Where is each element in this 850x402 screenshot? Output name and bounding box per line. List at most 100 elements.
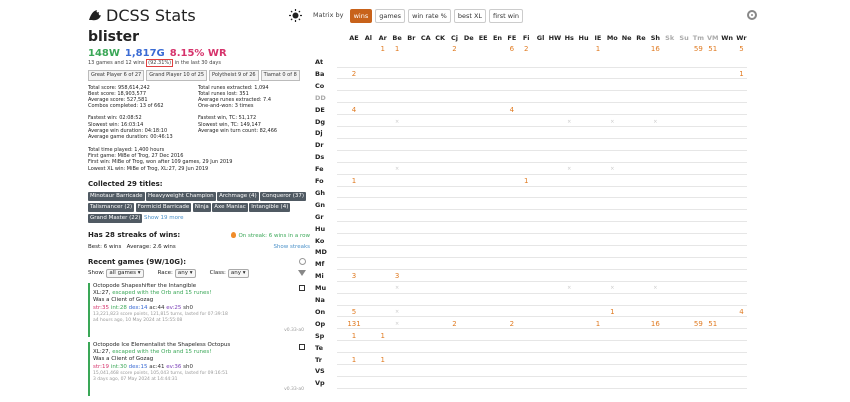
row-header-gr[interactable]: Gr [315, 213, 335, 221]
matrix-cell[interactable]: 51 [706, 320, 720, 328]
title-chip[interactable]: Archmage (4) [217, 192, 259, 201]
column-header-ae[interactable]: AE [347, 34, 361, 42]
matrix-cell[interactable]: 4 [734, 308, 748, 316]
show-select[interactable]: all games ▾ [106, 269, 144, 278]
title-chip[interactable]: Conqueror (37) [260, 192, 307, 201]
column-header-gl[interactable]: Gl [534, 34, 548, 42]
external-link-icon[interactable] [299, 344, 305, 350]
row-header-dg[interactable]: Dg [315, 118, 335, 126]
matrix-cell[interactable]: 1 [605, 308, 619, 316]
matrix-cell[interactable]: 1 [347, 332, 361, 340]
title-chip[interactable]: Intangible (4) [249, 203, 291, 212]
column-header-hu[interactable]: Hu [577, 34, 591, 42]
row-header-mu[interactable]: Mu [315, 284, 335, 292]
row-header-op[interactable]: Op [315, 320, 335, 328]
row-header-vs[interactable]: VS [315, 367, 335, 375]
matrix-cell[interactable]: 1 [376, 356, 390, 364]
row-header-fo[interactable]: Fo [315, 177, 335, 185]
badge[interactable]: Tiamat 0 of 8 [260, 70, 300, 81]
row-header-on[interactable]: On [315, 308, 335, 316]
column-header-fi[interactable]: Fi [519, 34, 533, 42]
matrix-cell[interactable]: 2 [447, 320, 461, 328]
gear-icon[interactable] [299, 258, 306, 265]
row-header-vp[interactable]: Vp [315, 379, 335, 387]
matrix-cell[interactable]: 2 [347, 70, 361, 78]
row-header-mi[interactable]: Mi [315, 272, 335, 280]
column-header-mo[interactable]: Mo [605, 34, 619, 42]
show-more-titles-link[interactable]: Show 19 more [144, 214, 184, 222]
column-header-ee[interactable]: EE [476, 34, 490, 42]
class-select[interactable]: any ▾ [227, 269, 249, 278]
title-chip[interactable]: Talismancer (2) [88, 203, 135, 212]
column-header-be[interactable]: Be [390, 34, 404, 42]
matrix-cell[interactable]: 1 [376, 332, 390, 340]
matrix-cell[interactable]: 131 [347, 320, 361, 328]
matrix-cell[interactable]: 5 [347, 308, 361, 316]
matrix-cell[interactable]: 1 [519, 177, 533, 185]
row-header-gn[interactable]: Gn [315, 201, 335, 209]
column-header-ie[interactable]: IE [591, 34, 605, 42]
title-chip[interactable]: Formicid Barricade [135, 203, 192, 212]
row-header-gh[interactable]: Gh [315, 189, 335, 197]
game-title[interactable]: Octopode Shapeshifter the Intangible [93, 283, 310, 290]
filter-icon[interactable] [298, 270, 306, 276]
row-header-sp[interactable]: Sp [315, 332, 335, 340]
matrix-cell[interactable]: 1 [734, 70, 748, 78]
row-header-co[interactable]: Co [315, 82, 335, 90]
badge[interactable]: Great Player 6 of 27 [88, 70, 145, 81]
matrix-cell[interactable]: 16 [648, 320, 662, 328]
column-header-de[interactable]: De [462, 34, 476, 42]
column-header-ck[interactable]: CK [433, 34, 447, 42]
row-header-de[interactable]: DE [315, 106, 335, 114]
badge[interactable]: Grand Player 10 of 25 [146, 70, 208, 81]
row-header-ba[interactable]: Ba [315, 70, 335, 78]
column-header-hs[interactable]: Hs [562, 34, 576, 42]
row-header-te[interactable]: Te [315, 344, 335, 352]
column-header-wn[interactable]: Wn [720, 34, 734, 42]
theme-toggle-icon[interactable] [289, 9, 302, 22]
column-header-re[interactable]: Re [634, 34, 648, 42]
matrix-cell[interactable]: 2 [505, 320, 519, 328]
matrix-cell[interactable]: 4 [347, 106, 361, 114]
column-header-vm[interactable]: VM [706, 34, 720, 42]
site-title[interactable]: DCSS Stats [106, 6, 196, 26]
column-header-ca[interactable]: CA [419, 34, 433, 42]
row-header-mf[interactable]: Mf [315, 260, 335, 268]
race-select[interactable]: any ▾ [174, 269, 196, 278]
title-chip[interactable]: Minotaur Barricade [88, 192, 145, 201]
title-chip[interactable]: Heavyweight Champion [146, 192, 216, 201]
matrix-cell[interactable]: 4 [505, 106, 519, 114]
column-header-al[interactable]: Al [361, 34, 375, 42]
game-title[interactable]: Octopode Ice Elementalist the Shapeless … [93, 342, 310, 349]
matrix-cell[interactable]: 59 [691, 320, 705, 328]
title-chip[interactable]: Ninja [192, 203, 211, 212]
row-header-dd[interactable]: DD [315, 94, 335, 102]
matrix-cell[interactable]: 1 [347, 356, 361, 364]
row-header-fe[interactable]: Fe [315, 165, 335, 173]
column-header-hw[interactable]: HW [548, 34, 562, 42]
column-header-wr[interactable]: Wr [734, 34, 748, 42]
matrix-cell[interactable]: 3 [390, 272, 404, 280]
external-link-icon[interactable] [299, 285, 305, 291]
row-header-dr[interactable]: Dr [315, 141, 335, 149]
column-header-tm[interactable]: Tm [691, 34, 705, 42]
column-header-cj[interactable]: Cj [447, 34, 461, 42]
column-header-br[interactable]: Br [404, 34, 418, 42]
row-header-ds[interactable]: Ds [315, 153, 335, 161]
row-header-ko[interactable]: Ko [315, 237, 335, 245]
column-header-sk[interactable]: Sk [663, 34, 677, 42]
column-header-sh[interactable]: Sh [648, 34, 662, 42]
title-chip[interactable]: Axe Maniac [212, 203, 248, 212]
column-header-su[interactable]: Su [677, 34, 691, 42]
row-header-md[interactable]: MD [315, 248, 335, 256]
row-header-at[interactable]: At [315, 58, 335, 66]
matrix-cell[interactable]: 3 [347, 272, 361, 280]
column-header-en[interactable]: En [491, 34, 505, 42]
matrix-cell[interactable]: 1 [347, 177, 361, 185]
matrix-cell[interactable]: 1 [591, 320, 605, 328]
badge[interactable]: Polytheist 9 of 26 [209, 70, 259, 81]
column-header-fe[interactable]: FE [505, 34, 519, 42]
game-card[interactable]: Octopode Shapeshifter the Intangible XL:2… [88, 283, 310, 337]
game-card[interactable]: Octopode Ice Elementalist the Shapeless … [88, 342, 310, 396]
row-header-hu[interactable]: Hu [315, 225, 335, 233]
